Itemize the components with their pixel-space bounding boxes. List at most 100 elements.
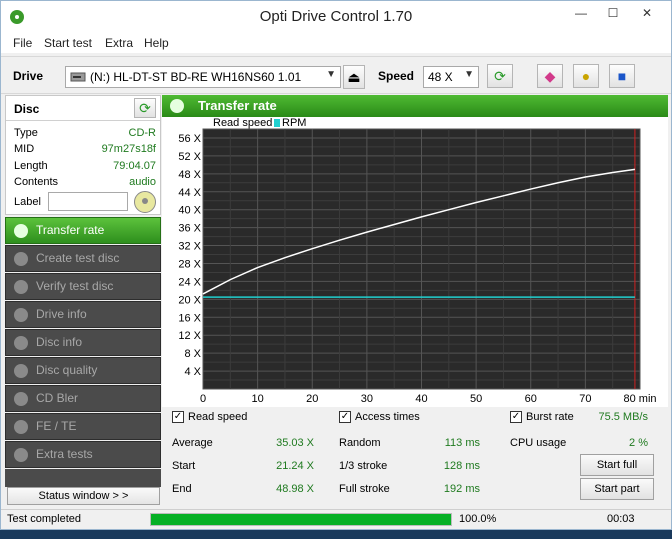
nav-disc-info[interactable]: Disc info (5, 329, 161, 356)
x-tick-label: 20 (306, 393, 318, 405)
eraser-icon: ◆ (544, 68, 556, 84)
nav-label: FE / TE (36, 419, 77, 433)
average-value: 35.03 X (276, 437, 314, 449)
burst-rate-checkbox[interactable]: ✓ (510, 411, 522, 423)
cpu-usage-value: 2 % (629, 437, 648, 449)
one-third-stroke-value: 128 ms (443, 460, 480, 472)
check-icon: ✓ (511, 411, 521, 422)
divider (6, 120, 160, 121)
disc-info-box: Disc ⟳ Type CD-R MID 97m27s18f Length 79:04… (5, 95, 161, 215)
drive-icon (70, 72, 86, 82)
nav-drive-info[interactable]: Drive info (5, 301, 161, 328)
read-speed-checkbox[interactable]: ✓ (172, 411, 184, 423)
nav-label: Verify test disc (36, 279, 114, 293)
nav-label: Transfer rate (36, 223, 105, 237)
end-value: 48.98 X (276, 483, 314, 495)
nav-label: CD Bler (36, 391, 79, 405)
disc-row-value: 79:04.07 (113, 160, 156, 172)
minimize-button[interactable]: — (567, 3, 595, 23)
save-button[interactable]: ■ (609, 64, 635, 88)
y-tick-label: 56 X (178, 133, 201, 145)
close-button[interactable]: ✕ (633, 3, 661, 23)
legend-rpm: RPM (282, 117, 306, 129)
tools-icon (14, 448, 28, 462)
nav-fe-te[interactable]: FE / TE (5, 413, 161, 440)
y-tick-label: 16 X (178, 312, 201, 324)
disc-row-length: Length 79:04.07 (14, 160, 156, 172)
progress-percent: 100.0% (459, 513, 497, 525)
nav-extra-tests[interactable]: Extra tests (5, 441, 161, 468)
refresh-speed-button[interactable]: ⟳ (487, 64, 513, 88)
speedometer-icon (14, 224, 28, 238)
disc-icon (142, 198, 148, 204)
nav-verify-test-disc[interactable]: Verify test disc (5, 273, 161, 300)
random-label: Random (339, 437, 381, 449)
disc-row-value: 97m27s18f (101, 143, 156, 155)
refresh-icon: ⟳ (139, 100, 151, 116)
nav-label: Drive info (36, 307, 87, 321)
eject-button[interactable]: ⏏ (343, 65, 365, 89)
floppy-icon: ■ (617, 68, 627, 84)
x-tick-label: 40 (415, 393, 427, 405)
menu-start-test[interactable]: Start test (44, 36, 92, 50)
chevron-down-icon: ▼ (464, 69, 474, 80)
disc-icon (14, 336, 28, 350)
disc-label-input[interactable] (48, 192, 128, 211)
nav-create-test-disc[interactable]: Create test disc (5, 245, 161, 272)
y-tick-label: 28 X (178, 258, 201, 270)
nav-label: Extra tests (36, 447, 93, 461)
start-part-button[interactable]: Start part (580, 478, 654, 500)
start-value: 21.24 X (276, 460, 314, 472)
erase-button[interactable]: ◆ (537, 64, 563, 88)
access-times-checkbox[interactable]: ✓ (339, 411, 351, 423)
nav-filler (5, 469, 161, 487)
drive-select-value: (N:) HL-DT-ST BD-RE WH16NS60 1.01 (90, 70, 302, 84)
menu-file[interactable]: File (13, 36, 32, 50)
disc-row-contents: Contents audio (14, 176, 156, 188)
label-write-button[interactable] (134, 191, 156, 213)
y-tick-label: 8 X (184, 348, 201, 360)
y-tick-label: 44 X (178, 187, 201, 199)
nav-transfer-rate[interactable]: Transfer rate (5, 217, 161, 244)
title-bar: Opti Drive Control 1.70 — ☐ ✕ (1, 1, 671, 33)
y-tick-label: 48 X (178, 169, 201, 181)
burst-rate-label: Burst rate (526, 411, 574, 423)
x-tick-label: 30 (361, 393, 373, 405)
panel-header: Transfer rate (162, 95, 668, 117)
disc-row-value: audio (129, 176, 156, 188)
legend-rpm-swatch (274, 119, 280, 127)
disc-icon (14, 252, 28, 266)
status-window-button[interactable]: Status window > > (7, 487, 160, 505)
disc-row-value: CD-R (128, 127, 157, 139)
menu-help[interactable]: Help (144, 36, 169, 50)
nav-disc-quality[interactable]: Disc quality (5, 357, 161, 384)
drive-icon (14, 308, 28, 322)
start-full-button[interactable]: Start full (580, 454, 654, 476)
legend-read-speed: Read speed (213, 117, 272, 129)
wave-icon (14, 420, 28, 434)
app-window: Opti Drive Control 1.70 — ☐ ✕ File Start… (0, 0, 672, 530)
nav-cd-bler[interactable]: CD Bler (5, 385, 161, 412)
menu-extra[interactable]: Extra (105, 36, 133, 50)
y-tick-label: 52 X (178, 151, 201, 163)
disc-header: Disc (14, 102, 40, 116)
check-icon: ✓ (340, 411, 350, 422)
y-tick-label: 4 X (184, 366, 201, 378)
y-tick-label: 24 X (178, 276, 201, 288)
refresh-icon: ⟳ (494, 68, 506, 84)
elapsed-time: 00:03 (607, 513, 635, 525)
y-tick-label: 12 X (178, 330, 201, 342)
drive-select[interactable]: (N:) HL-DT-ST BD-RE WH16NS60 1.01 ▼ (65, 66, 341, 88)
stats-area: ✓ Read speed ✓ Access times ✓ Burst rate… (162, 407, 668, 509)
disc-refresh-button[interactable]: ⟳ (134, 98, 156, 118)
transfer-rate-panel: Transfer rate 4 X 8 X 12 X 16 X 20 X 24 X 28 X… (162, 95, 668, 509)
check-icon: ✓ (173, 411, 183, 422)
speed-select[interactable]: 48 X ▼ (423, 66, 479, 88)
error-icon (14, 392, 28, 406)
menu-bar: File Start test Extra Help (1, 33, 671, 53)
copy-button[interactable]: ● (573, 64, 599, 88)
maximize-button[interactable]: ☐ (599, 3, 627, 23)
nav-label: Disc info (36, 335, 83, 349)
burst-rate-value: 75.5 MB/s (598, 411, 648, 423)
drive-label: Drive (13, 69, 44, 83)
